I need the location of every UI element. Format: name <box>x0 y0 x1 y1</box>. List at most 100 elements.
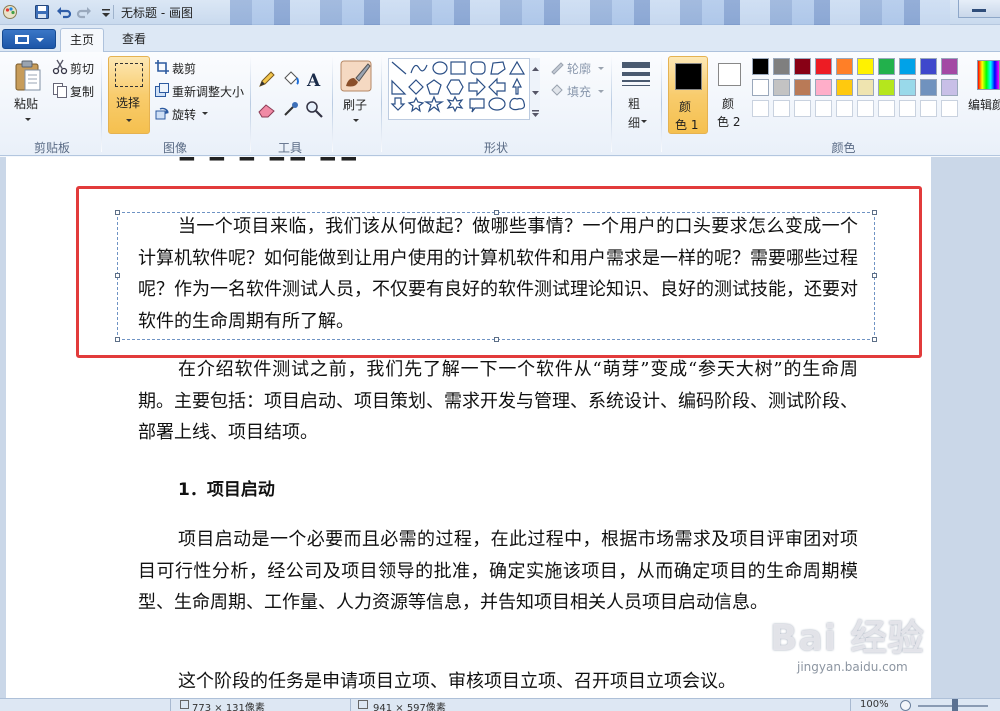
size-label-thick[interactable]: 粗 <box>628 95 640 112</box>
color-picker-icon[interactable] <box>281 99 301 119</box>
palette-color-swatch[interactable] <box>773 79 790 96</box>
paste-label[interactable]: 粘贴 <box>14 95 38 112</box>
redo-icon[interactable] <box>76 4 92 20</box>
magnifier-icon[interactable] <box>304 99 324 119</box>
paint-menu-button[interactable] <box>2 29 56 49</box>
palette-color-swatch[interactable] <box>941 79 958 96</box>
palette-color-swatch[interactable] <box>752 58 769 75</box>
fill-bucket-icon[interactable] <box>281 69 301 89</box>
brush-icon[interactable] <box>340 60 372 92</box>
palette-color-swatch[interactable] <box>815 100 832 117</box>
brushes-dropdown-icon[interactable] <box>353 119 359 122</box>
tab-view[interactable]: 查看 <box>112 28 156 53</box>
palette-color-swatch[interactable] <box>857 100 874 117</box>
text-tool-icon[interactable]: A <box>304 69 324 89</box>
brushes-button[interactable]: 刷子 <box>343 96 367 113</box>
image-size: 941 × 597像素 <box>373 703 446 711</box>
title-bar: 无标题 - 画图 <box>0 0 1000 25</box>
minimize-button[interactable] <box>958 0 1000 18</box>
color2-button[interactable] <box>718 63 741 86</box>
line-size-icon[interactable] <box>620 60 652 88</box>
crop-button[interactable]: 裁剪 <box>172 60 196 77</box>
palette-color-swatch[interactable] <box>899 100 916 117</box>
status-divider <box>850 699 851 711</box>
pencil-icon[interactable] <box>257 69 277 89</box>
customize-toolbar-chevron-icon[interactable] <box>98 4 114 20</box>
eraser-icon[interactable] <box>257 99 277 119</box>
edit-colors-button[interactable]: 编辑颜 <box>968 96 1000 113</box>
edit-colors-icon[interactable] <box>977 60 1000 90</box>
save-icon[interactable] <box>34 4 50 20</box>
palette-color-swatch[interactable] <box>773 58 790 75</box>
tools-group-label: 工具 <box>277 141 302 155</box>
gallery-scroll-arrows-icon <box>532 67 539 117</box>
paste-button[interactable] <box>13 60 43 92</box>
palette-color-swatch[interactable] <box>836 79 853 96</box>
color2-label[interactable]: 颜 <box>722 95 734 112</box>
select-button[interactable]: 选择 <box>108 56 150 134</box>
copy-button[interactable]: 复制 <box>70 83 94 100</box>
shape-gallery[interactable] <box>388 58 540 120</box>
status-divider <box>170 699 171 711</box>
size-label-thin[interactable]: 细 <box>628 114 640 131</box>
cursor-position: 773 × 131像素 <box>192 703 265 711</box>
shape-fill-button[interactable]: 填充 <box>567 83 591 100</box>
resize-icon <box>155 83 169 97</box>
clipboard-group-label: 剪贴板 <box>33 141 70 155</box>
palette-color-swatch[interactable] <box>794 79 811 96</box>
color1-button[interactable]: 颜 色 1 <box>668 56 708 134</box>
palette-color-swatch[interactable] <box>815 58 832 75</box>
size-dropdown-icon[interactable] <box>641 120 647 123</box>
palette-color-swatch[interactable] <box>878 100 895 117</box>
select-dropdown-icon <box>126 119 132 122</box>
tab-home[interactable]: 主页 <box>60 28 104 53</box>
color2-label-number[interactable]: 色 2 <box>717 113 740 130</box>
palette-color-swatch[interactable] <box>836 100 853 117</box>
rotate-dropdown-icon[interactable] <box>202 112 208 115</box>
baidu-watermark-url: jingyan.baidu.com <box>797 660 908 674</box>
palette-color-swatch[interactable] <box>878 58 895 75</box>
palette-color-swatch[interactable] <box>920 79 937 96</box>
image-size-icon <box>358 700 368 709</box>
cut-button[interactable]: 剪切 <box>70 60 94 77</box>
palette-color-swatch[interactable] <box>794 58 811 75</box>
crop-icon <box>155 60 169 74</box>
copy-icon <box>53 83 67 98</box>
outline-dropdown-icon[interactable] <box>598 67 604 70</box>
gallery-scrollbar[interactable] <box>529 58 540 120</box>
palette-color-swatch[interactable] <box>815 79 832 96</box>
palette-color-swatch[interactable] <box>941 100 958 117</box>
palette-color-swatch[interactable] <box>773 100 790 117</box>
selection-rectangle-icon <box>115 63 143 87</box>
palette-color-swatch[interactable] <box>857 79 874 96</box>
group-divider <box>332 56 333 152</box>
zoom-out-button[interactable] <box>900 700 911 711</box>
paste-dropdown-icon[interactable] <box>25 118 31 121</box>
color1-label-number: 色 1 <box>675 118 699 132</box>
palette-color-swatch[interactable] <box>899 79 916 96</box>
palette-color-swatch[interactable] <box>941 58 958 75</box>
document-paragraph: 这个阶段的任务是申请项目立项、审核项目立项、召开项目立项会议。 <box>178 671 736 692</box>
palette-color-swatch[interactable] <box>878 79 895 96</box>
palette-color-swatch[interactable] <box>752 100 769 117</box>
resize-button[interactable]: 重新调整大小 <box>172 83 244 100</box>
group-divider <box>611 56 612 152</box>
palette-color-swatch[interactable] <box>794 100 811 117</box>
paint-app-icon[interactable] <box>2 4 18 20</box>
palette-color-swatch[interactable] <box>752 79 769 96</box>
window-title: 无标题 - 画图 <box>121 6 193 20</box>
palette-color-swatch[interactable] <box>899 58 916 75</box>
palette-color-swatch[interactable] <box>836 58 853 75</box>
shape-outline-icon <box>551 62 564 75</box>
zoom-slider-thumb[interactable] <box>952 699 958 711</box>
palette-color-swatch[interactable] <box>920 100 937 117</box>
palette-color-swatch[interactable] <box>857 58 874 75</box>
rotate-button[interactable]: 旋转 <box>172 106 196 123</box>
shape-outline-button[interactable]: 轮廓 <box>567 60 591 77</box>
palette-color-swatch[interactable] <box>920 58 937 75</box>
fill-dropdown-icon[interactable] <box>598 90 604 93</box>
undo-icon[interactable] <box>56 4 72 20</box>
color-palette <box>752 58 966 122</box>
scissors-icon <box>52 59 68 75</box>
red-highlight-annotation <box>76 186 922 358</box>
